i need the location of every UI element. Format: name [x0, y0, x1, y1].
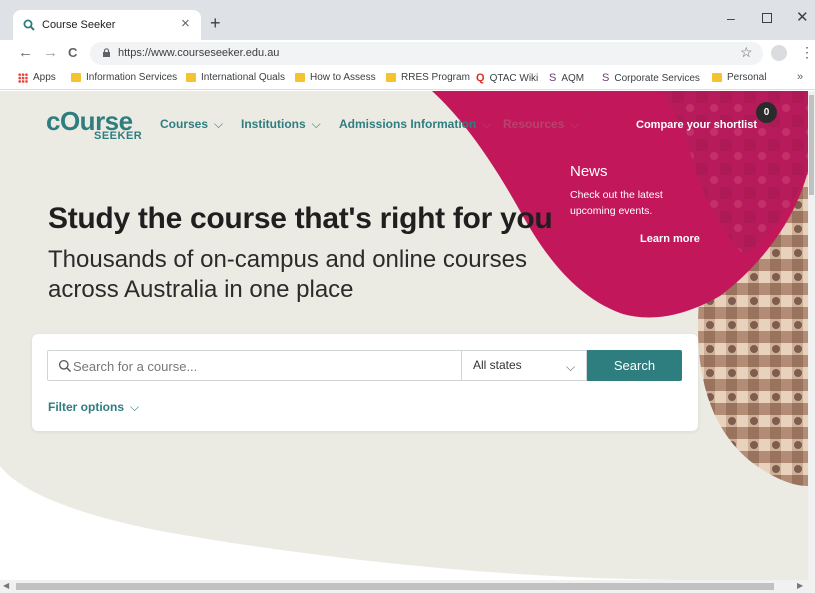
- chevron-down-icon: ⌵: [482, 117, 492, 131]
- bookmark-corporate-services[interactable]: S Corporate Services: [602, 72, 700, 84]
- compare-shortlist-link[interactable]: Compare your shortlist: [636, 119, 757, 131]
- bookmark-aqm[interactable]: S AQM: [549, 72, 584, 84]
- vertical-scroll-thumb[interactable]: [809, 95, 814, 195]
- site-logo[interactable]: cOurse SEEKER: [46, 108, 142, 142]
- link-icon: S: [549, 72, 557, 84]
- lock-icon: [103, 48, 110, 57]
- new-tab-button[interactable]: +: [210, 14, 221, 32]
- close-window-button[interactable]: ✕: [796, 8, 809, 26]
- bookmark-star-icon[interactable]: ☆: [740, 44, 753, 61]
- nav-resources[interactable]: Resources ⌵: [503, 117, 579, 132]
- reload-button[interactable]: C: [68, 44, 77, 62]
- logo-subtitle: SEEKER: [94, 130, 143, 142]
- bookmarks-overflow-icon[interactable]: »: [797, 71, 803, 83]
- scroll-right-icon[interactable]: ▶: [797, 581, 803, 590]
- state-select-value: All states: [473, 358, 522, 372]
- hero-title: Study the course that's right for you: [48, 202, 553, 235]
- bookmark-information-services[interactable]: Information Services: [71, 72, 177, 83]
- bookmark-apps[interactable]: Apps: [18, 72, 56, 83]
- minimize-button[interactable]: –: [727, 10, 735, 26]
- browser-toolbar: ← → C https://www.courseseeker.edu.au ☆: [0, 40, 815, 67]
- back-button[interactable]: ←: [18, 44, 33, 62]
- tab-close-icon[interactable]: ×: [181, 16, 190, 31]
- qtac-icon: Q: [476, 72, 485, 84]
- folder-icon: [186, 73, 196, 82]
- profile-avatar[interactable]: [771, 45, 787, 61]
- link-icon: S: [602, 72, 610, 84]
- search-panel: Search for a course... All states ⌵ Sear…: [32, 334, 698, 431]
- news-description: Check out the latest upcoming events.: [570, 189, 663, 217]
- search-button[interactable]: Search: [587, 350, 682, 381]
- chevron-down-icon: ⌵: [130, 400, 140, 414]
- folder-icon: [295, 73, 305, 82]
- bookmark-personal[interactable]: Personal: [712, 72, 766, 83]
- folder-icon: [386, 73, 396, 82]
- vertical-scrollbar[interactable]: [808, 91, 815, 580]
- forward-button[interactable]: →: [43, 44, 58, 62]
- chevron-down-icon: ⌵: [570, 117, 580, 131]
- news-learn-more-link[interactable]: Learn more: [640, 233, 700, 245]
- search-favicon-icon: [23, 19, 35, 31]
- apps-grid-icon: [18, 72, 28, 83]
- nav-institutions[interactable]: Institutions ⌵: [241, 117, 321, 132]
- bookmark-qtac-wiki[interactable]: Q QTAC Wiki: [476, 72, 538, 84]
- horizontal-scroll-thumb[interactable]: [16, 583, 774, 590]
- bookmark-how-to-assess[interactable]: How to Assess: [295, 72, 376, 83]
- horizontal-scrollbar[interactable]: ◀ ▶: [0, 580, 815, 593]
- folder-icon: [712, 73, 722, 82]
- chevron-down-icon: ⌵: [566, 360, 576, 374]
- hero-subtitle: Thousands of on-campus and online course…: [48, 246, 527, 303]
- folder-icon: [71, 73, 81, 82]
- url-text: https://www.courseseeker.edu.au: [118, 47, 280, 59]
- browser-menu-icon[interactable]: ⋮: [800, 44, 814, 60]
- search-icon: [58, 359, 71, 372]
- tab-title: Course Seeker: [42, 19, 116, 31]
- search-placeholder: Search for a course...: [73, 359, 198, 374]
- shortlist-count-badge: 0: [756, 102, 777, 123]
- chevron-down-icon: ⌵: [214, 117, 224, 131]
- news-heading: News: [570, 163, 608, 180]
- scroll-left-icon[interactable]: ◀: [3, 581, 9, 590]
- nav-courses[interactable]: Courses ⌵: [160, 117, 223, 132]
- browser-tabstrip: Course Seeker × + – ✕: [0, 0, 815, 40]
- page-viewport: cOurse SEEKER Courses ⌵ Institutions ⌵ Adm…: [0, 91, 808, 580]
- course-search-input[interactable]: Search for a course...: [47, 350, 461, 381]
- bookmark-rres-program[interactable]: RRES Program: [386, 72, 470, 83]
- chevron-down-icon: ⌵: [311, 117, 321, 131]
- bookmark-international-quals[interactable]: International Quals: [186, 72, 285, 83]
- browser-tab[interactable]: Course Seeker ×: [13, 10, 201, 40]
- filter-options-toggle[interactable]: Filter options ⌵: [48, 400, 139, 415]
- address-bar[interactable]: https://www.courseseeker.edu.au ☆: [90, 42, 763, 65]
- nav-admissions-information[interactable]: Admissions Information ⌵: [339, 117, 491, 132]
- state-select[interactable]: All states ⌵: [461, 350, 587, 381]
- bookmarks-bar: Apps Information Services International …: [0, 67, 815, 90]
- maximize-button[interactable]: [762, 13, 772, 23]
